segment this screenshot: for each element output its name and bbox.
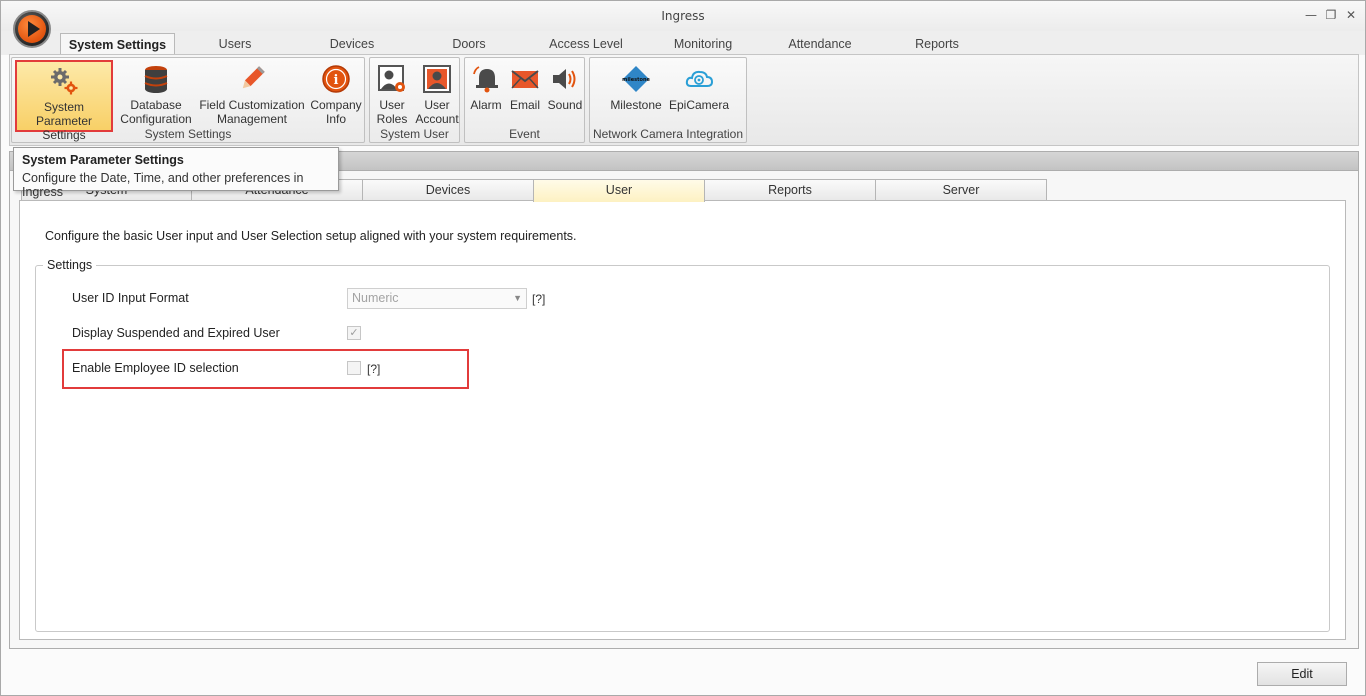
milestone-logo-text: milestone — [622, 77, 650, 83]
user-id-format-value: Numeric — [352, 291, 399, 305]
user-account-button[interactable]: User Account — [414, 60, 460, 128]
group-event: Alarm Email Sound Event — [464, 57, 585, 143]
sound-label: Sound — [547, 98, 583, 112]
tab-reports[interactable]: Reports — [906, 33, 968, 55]
company-info-label-2: Info — [325, 112, 346, 126]
email-button[interactable]: Email — [506, 60, 544, 128]
user-id-format-label: User ID Input Format — [72, 291, 189, 305]
group-label-system-user: System User — [380, 127, 449, 141]
field-customization-button[interactable]: Field Customization Management — [198, 60, 306, 128]
display-suspended-checkbox[interactable]: ✓ — [347, 326, 361, 340]
user-roles-button[interactable]: User Roles — [372, 60, 412, 128]
window-title: Ingress — [661, 9, 705, 23]
alarm-label: Alarm — [470, 98, 502, 112]
enable-employee-id-label: Enable Employee ID selection — [72, 361, 239, 375]
user-roles-icon — [378, 65, 405, 92]
tab-reports-settings[interactable]: Reports — [704, 179, 876, 201]
system-parameter-label-1: System Parameter — [35, 100, 93, 128]
database-configuration-button[interactable]: Database Configuration — [116, 60, 196, 128]
tab-devices[interactable]: Devices — [316, 33, 388, 55]
tab-attendance[interactable]: Attendance — [779, 33, 861, 55]
database-label-2: Configuration — [120, 112, 192, 126]
app-menu-button[interactable] — [13, 10, 51, 48]
panel-description: Configure the basic User input and User … — [45, 229, 577, 243]
group-system-settings: System Parameter Settings Database Confi… — [11, 57, 365, 143]
group-label-system-settings: System Settings — [144, 127, 232, 141]
cloud-camera-icon — [685, 70, 714, 87]
tab-doors[interactable]: Doors — [439, 33, 499, 55]
alarm-bell-icon — [473, 66, 498, 93]
tooltip: System Parameter Settings Configure the … — [13, 147, 339, 199]
group-label-network-camera: Network Camera Integration — [592, 127, 744, 141]
group-label-event: Event — [509, 127, 540, 141]
field-customization-label-1: Field Customization — [199, 98, 305, 112]
ribbon-tab-bar: System Settings Users Devices Doors Acce… — [1, 31, 1365, 79]
tab-users[interactable]: Users — [201, 33, 269, 55]
epicamera-button[interactable]: EpiCamera — [668, 60, 730, 128]
gears-icon — [51, 68, 78, 95]
enable-employee-id-help-link[interactable]: [?] — [367, 362, 380, 376]
user-roles-label-2: Roles — [376, 112, 408, 126]
tab-system-settings[interactable]: System Settings — [60, 33, 175, 55]
group-network-camera: milestone Milestone EpiCamera Network Ca… — [589, 57, 747, 143]
svg-text:i: i — [334, 73, 339, 88]
company-info-button[interactable]: i Company Info — [308, 60, 364, 128]
minimize-icon[interactable]: — — [1303, 7, 1319, 23]
database-label-1: Database — [130, 98, 182, 112]
enable-employee-id-checkbox[interactable] — [347, 361, 361, 375]
info-icon: i — [322, 65, 350, 93]
alarm-button[interactable]: Alarm — [467, 60, 505, 128]
settings-legend: Settings — [43, 258, 97, 272]
email-icon — [511, 70, 539, 89]
pencil-icon — [242, 66, 265, 89]
chevron-down-icon: ▼ — [513, 293, 522, 303]
restore-icon[interactable]: ❐ — [1323, 7, 1339, 23]
user-roles-label-1: User — [379, 98, 405, 112]
close-icon[interactable]: ✕ — [1343, 7, 1359, 23]
sound-button[interactable]: Sound — [545, 60, 585, 128]
field-customization-label-2: Management — [216, 112, 288, 126]
edit-button[interactable]: Edit — [1257, 662, 1347, 686]
epicamera-label: EpiCamera — [668, 98, 730, 112]
user-id-format-help-link[interactable]: [?] — [532, 292, 545, 306]
system-parameter-settings-button[interactable]: System Parameter Settings — [15, 60, 113, 142]
milestone-icon: milestone — [622, 66, 650, 92]
display-suspended-label: Display Suspended and Expired User — [72, 326, 280, 340]
user-account-label-2: Account — [415, 112, 459, 126]
user-account-icon — [423, 65, 451, 93]
user-account-label-1: User — [424, 98, 450, 112]
title-bar: Ingress — ❐ ✕ — [1, 1, 1365, 31]
tab-access-level[interactable]: Access Level — [541, 33, 631, 55]
speaker-icon — [553, 69, 576, 89]
database-icon — [144, 66, 168, 93]
tab-monitoring[interactable]: Monitoring — [663, 33, 743, 55]
company-info-label-1: Company — [310, 98, 362, 112]
ribbon-panel: System Parameter Settings Database Confi… — [9, 54, 1359, 146]
tab-user-settings[interactable]: User — [533, 179, 705, 202]
tooltip-title: System Parameter Settings — [22, 153, 184, 167]
milestone-button[interactable]: milestone Milestone — [606, 60, 666, 128]
app-window: Ingress — ❐ ✕ System Settings Users Devi… — [0, 0, 1366, 696]
tooltip-description: Configure the Date, Time, and other pref… — [22, 171, 304, 199]
email-label: Email — [509, 98, 540, 112]
tab-devices-settings[interactable]: Devices — [362, 179, 534, 201]
milestone-label: Milestone — [610, 98, 662, 112]
group-system-user: User Roles User Account System User — [369, 57, 460, 143]
play-icon — [18, 15, 46, 43]
user-id-format-select[interactable]: Numeric ▼ — [347, 288, 527, 309]
settings-group — [35, 265, 1330, 632]
tab-server-settings[interactable]: Server — [875, 179, 1047, 201]
